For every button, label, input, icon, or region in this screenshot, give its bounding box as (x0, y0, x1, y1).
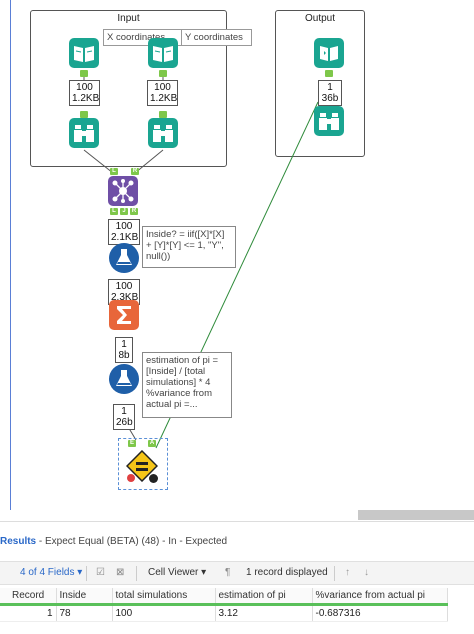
add-indicator-icon (149, 474, 158, 483)
cell-viewer-label: Cell Viewer (148, 567, 199, 578)
output-container-title: Output (304, 13, 336, 24)
cell-record[interactable]: 1 (0, 604, 57, 622)
results-source: - Expect Equal (BETA) (48) - In - Expect… (36, 536, 228, 547)
browse-tool-x[interactable] (69, 118, 99, 148)
input-x-tool[interactable] (69, 38, 99, 68)
binoculars-icon (74, 125, 94, 142)
toolbar-separator (86, 566, 87, 581)
output-metric-records: 1 (327, 82, 333, 93)
join-r-output-anchor[interactable]: R (130, 208, 138, 215)
formula2-metric-records: 1 (121, 406, 127, 417)
results-panel: Results - Expect Equal (BETA) (48) - In … (0, 521, 474, 634)
input-x-metric-records: 100 (76, 82, 93, 93)
output-tool[interactable] (314, 38, 344, 68)
formula1-metric-records: 100 (115, 281, 133, 292)
input-x-metric: 100 1.2KB (69, 80, 100, 106)
arrow-up-icon[interactable]: ↑ (345, 567, 350, 578)
summarize-metric-size: 8b (118, 350, 130, 361)
results-toolbar: 4 of 4 Fields ▾ ☑ ⊠ Cell Viewer ▾ ¶ 1 re… (0, 561, 474, 585)
cell-inside[interactable]: 78 (56, 604, 113, 622)
input-y-output-anchor[interactable] (159, 70, 167, 77)
formula-tool-pi[interactable] (109, 364, 139, 394)
input-x-output-anchor[interactable] (80, 70, 88, 77)
book-open-icon (153, 46, 173, 62)
flask-icon (116, 249, 132, 265)
expect-a-input-anchor[interactable]: A (148, 440, 156, 447)
browse-x-input-anchor[interactable] (80, 111, 88, 118)
input-y-label: Y coordinates (181, 29, 252, 46)
input-container-title: Input (117, 13, 140, 24)
join-l-output-anchor[interactable]: L (110, 208, 118, 215)
browse-tool-output[interactable] (314, 106, 344, 136)
fields-label: 4 of 4 Fields (20, 567, 75, 578)
fields-dropdown[interactable]: 4 of 4 Fields ▾ (20, 567, 82, 578)
formula2-metric: 1 26b (113, 404, 135, 430)
join-j-output-anchor[interactable]: J (120, 208, 128, 215)
join-metric-records: 100 (115, 221, 133, 232)
error-indicator-icon (127, 474, 135, 482)
summarize-tool[interactable] (109, 300, 139, 330)
col-record[interactable]: Record (0, 588, 57, 606)
output-anchor[interactable] (325, 70, 333, 77)
formula-inside-annotation: Inside? = iif([X]*[X] + [Y]*[Y] <= 1, "Y… (142, 226, 236, 268)
output-metric: 1 36b (318, 80, 342, 106)
browse-tool-y[interactable] (148, 118, 178, 148)
results-grid: Record Inside total simulations estimati… (0, 588, 474, 622)
join-metric-size: 2.1KB (111, 232, 139, 243)
browse-y-input-anchor[interactable] (159, 111, 167, 118)
formula-pi-annotation: estimation of pi = [Inside] / [total sim… (142, 352, 232, 418)
binoculars-icon (153, 125, 173, 142)
input-y-tool[interactable] (148, 38, 178, 68)
book-open-icon (74, 46, 94, 62)
sigma-icon (117, 306, 131, 324)
col-inside[interactable]: Inside (56, 588, 113, 606)
col-variance[interactable]: %variance from actual pi (312, 588, 448, 606)
table-row[interactable]: 1 78 100 3.12 -0.687316 (0, 604, 448, 622)
input-x-metric-size: 1.2KB (72, 93, 100, 104)
toolbar-separator (334, 566, 335, 581)
input-y-metric: 100 1.2KB (147, 80, 178, 106)
col-total-simulations[interactable]: total simulations (112, 588, 216, 606)
results-header: Results - Expect Equal (BETA) (48) - In … (0, 521, 474, 561)
clear-icon[interactable]: ⊠ (116, 567, 124, 578)
canvas-left-border (10, 0, 11, 510)
formula2-metric-size: 26b (116, 417, 133, 428)
input-y-metric-records: 100 (154, 82, 171, 93)
cell-total-simulations[interactable]: 100 (112, 604, 216, 622)
paragraph-icon[interactable]: ¶ (225, 567, 230, 578)
join-left-input-anchor[interactable]: L (110, 168, 118, 175)
join-metric: 100 2.1KB (108, 219, 140, 245)
workflow-canvas[interactable]: Input Output X coordinates 100 1.2KB Y c… (0, 0, 474, 520)
cell-estimation-pi[interactable]: 3.12 (215, 604, 313, 622)
output-metric-size: 36b (321, 93, 339, 104)
canvas-horizontal-scrollbar[interactable] (358, 510, 474, 520)
arrow-down-icon[interactable]: ↓ (364, 567, 369, 578)
results-prefix: Results (0, 536, 37, 547)
book-output-icon (320, 46, 338, 61)
join-tool[interactable] (108, 176, 138, 206)
grid-header-row: Record Inside total simulations estimati… (0, 588, 448, 606)
records-displayed: 1 record displayed (246, 567, 328, 578)
col-estimation-pi[interactable]: estimation of pi (215, 588, 313, 606)
summarize-metric: 1 8b (115, 337, 133, 363)
toolbar-separator (136, 566, 137, 581)
formula-tool-inside[interactable] (109, 243, 139, 273)
summarize-metric-records: 1 (121, 339, 127, 350)
cell-viewer-dropdown[interactable]: Cell Viewer ▾ (148, 567, 206, 578)
results-title: Results - Expect Equal (BETA) (48) - In … (0, 536, 227, 547)
input-y-metric-size: 1.2KB (150, 93, 178, 104)
expect-e-input-anchor[interactable]: E (128, 440, 136, 447)
join-right-input-anchor[interactable]: R (131, 168, 139, 175)
join-hub-icon (112, 179, 134, 203)
cell-variance[interactable]: -0.687316 (312, 604, 448, 622)
flask-icon (116, 370, 132, 386)
binoculars-icon (319, 113, 339, 130)
edit-icon[interactable]: ☑ (96, 567, 105, 578)
